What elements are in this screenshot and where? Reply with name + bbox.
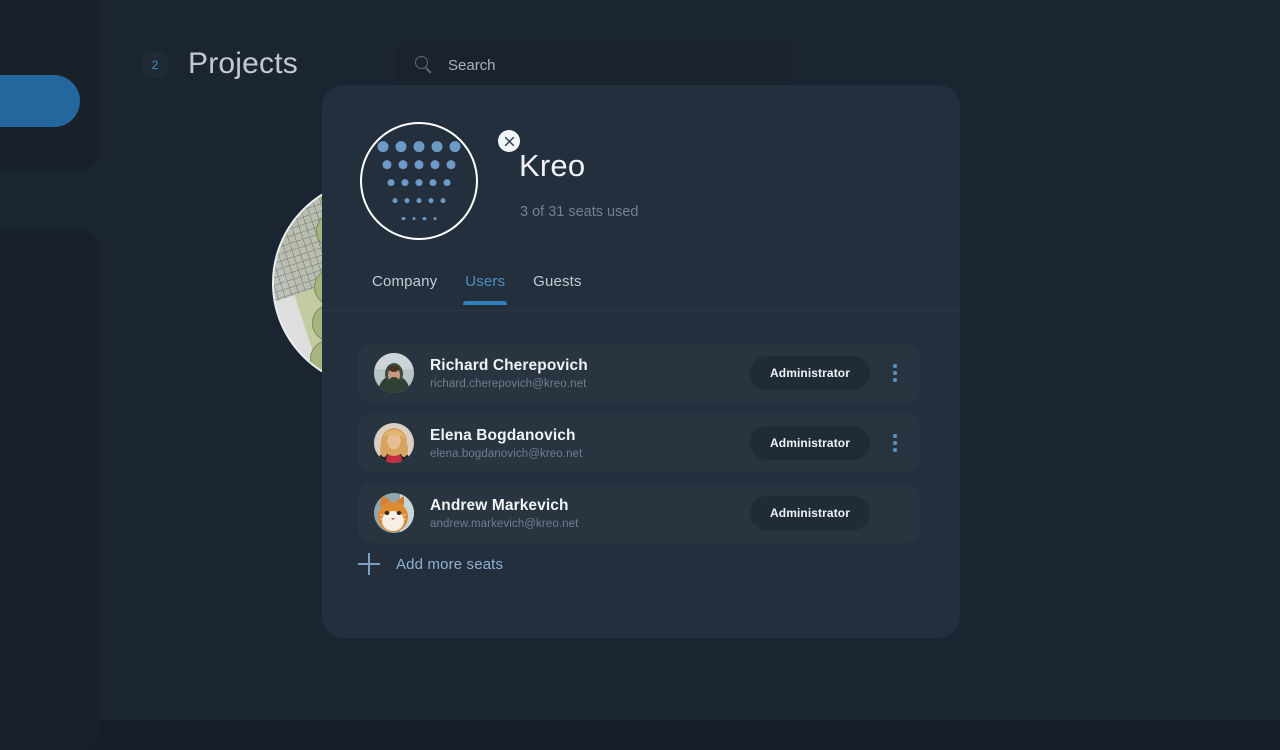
tab-users[interactable]: Users	[451, 273, 519, 305]
sidebar-primary-button[interactable]	[0, 75, 80, 127]
projects-count-badge: 2	[142, 52, 168, 78]
user-email: richard.cherepovich@kreo.net	[430, 378, 750, 390]
add-more-seats-button[interactable]: Add more seats	[358, 553, 503, 575]
avatar	[374, 353, 414, 393]
status-badge[interactable]: Administrator	[750, 356, 870, 390]
tab-users-label: Users	[465, 273, 505, 290]
tab-active-underline	[463, 301, 507, 305]
search-icon	[415, 56, 432, 73]
kreo-dot-grid-logo	[360, 122, 478, 240]
organization-name: Kreo	[519, 148, 585, 184]
user-info: Elena Bogdanovich elena.bogdanovich@kreo…	[430, 427, 750, 460]
seats-used-label: 3 of 31 seats used	[520, 204, 639, 220]
tab-guests[interactable]: Guests	[519, 273, 595, 305]
user-name: Richard Cherepovich	[430, 357, 750, 375]
search-input[interactable]	[448, 40, 778, 91]
add-more-seats-label: Add more seats	[396, 556, 503, 573]
search-bar[interactable]	[397, 40, 793, 91]
status-badge[interactable]: Administrator	[750, 426, 870, 460]
user-list: Richard Cherepovich richard.cherepovich@…	[358, 343, 920, 553]
dot-grid-icon	[378, 141, 461, 224]
table-row[interactable]: Elena Bogdanovich elena.bogdanovich@kreo…	[358, 413, 920, 473]
table-row[interactable]: Andrew Markevich andrew.markevich@kreo.n…	[358, 483, 920, 543]
user-email: andrew.markevich@kreo.net	[430, 518, 750, 530]
user-info: Richard Cherepovich richard.cherepovich@…	[430, 357, 750, 390]
dialog-tabs: Company Users Guests	[358, 273, 596, 305]
app-background: 2 Projects	[0, 0, 1280, 720]
user-info: Andrew Markevich andrew.markevich@kreo.n…	[430, 497, 750, 530]
user-name: Elena Bogdanovich	[430, 427, 750, 445]
page-title: Projects	[188, 47, 298, 81]
avatar	[374, 423, 414, 463]
more-options-icon[interactable]	[878, 356, 912, 390]
tabs-divider	[322, 310, 960, 311]
table-row[interactable]: Richard Cherepovich richard.cherepovich@…	[358, 343, 920, 403]
more-options-icon[interactable]	[878, 426, 912, 460]
organization-dialog: Kreo 3 of 31 seats used Company Users Gu…	[322, 85, 960, 638]
plus-icon	[358, 553, 380, 575]
tab-company[interactable]: Company	[358, 273, 451, 305]
user-email: elena.bogdanovich@kreo.net	[430, 448, 750, 460]
close-icon[interactable]	[498, 130, 520, 152]
sidebar-panel-bottom	[0, 230, 100, 750]
avatar	[374, 493, 414, 533]
status-badge[interactable]: Administrator	[750, 496, 870, 530]
user-name: Andrew Markevich	[430, 497, 750, 515]
